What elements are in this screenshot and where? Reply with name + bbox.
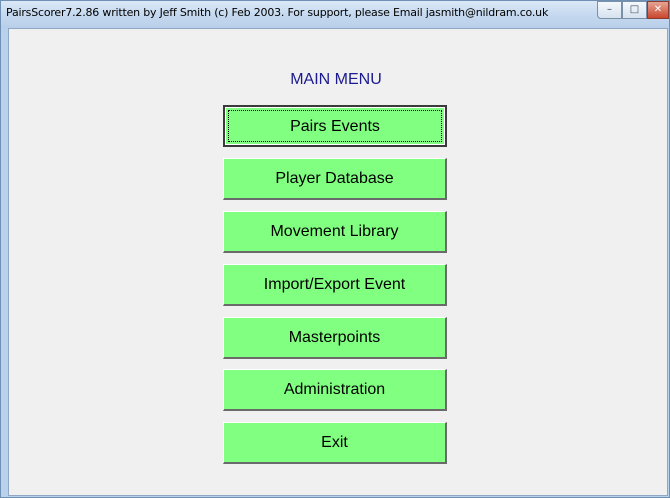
main-menu-form: MAIN MENU Pairs Events Player Database M… xyxy=(8,28,668,496)
minimize-button[interactable]: – xyxy=(597,1,622,19)
close-button[interactable]: ✕ xyxy=(647,1,669,19)
administration-button[interactable]: Administration xyxy=(223,369,447,411)
movement-library-button[interactable]: Movement Library xyxy=(223,211,447,253)
maximize-button[interactable]: □ xyxy=(622,1,647,19)
app-window: PairsScorer7.2.86 written by Jeff Smith … xyxy=(0,0,670,498)
import-export-event-button[interactable]: Import/Export Event xyxy=(223,264,447,306)
exit-button[interactable]: Exit xyxy=(223,422,447,464)
focus-ring xyxy=(228,110,442,142)
pairs-events-button[interactable]: Pairs Events xyxy=(223,105,447,147)
window-title: PairsScorer7.2.86 written by Jeff Smith … xyxy=(6,6,549,19)
player-database-button[interactable]: Player Database xyxy=(223,158,447,200)
title-bar[interactable]: PairsScorer7.2.86 written by Jeff Smith … xyxy=(1,1,669,28)
masterpoints-button[interactable]: Masterpoints xyxy=(223,317,447,359)
main-menu-heading: MAIN MENU xyxy=(290,71,382,88)
caption-buttons: – □ ✕ xyxy=(597,1,669,21)
